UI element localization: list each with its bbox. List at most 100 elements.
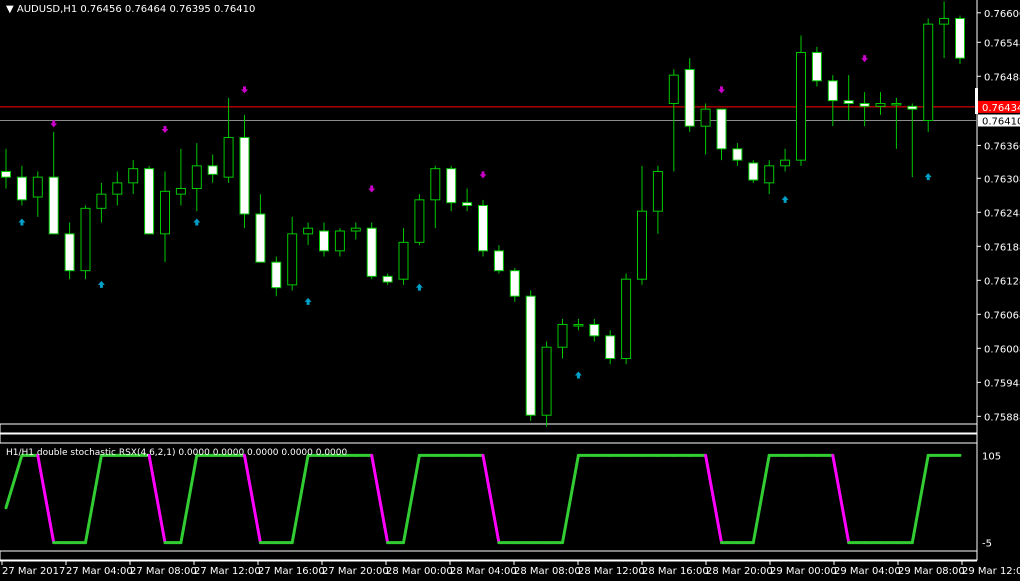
panel-separator-middle[interactable] (0, 433, 978, 444)
stochastic-segment (402, 453, 421, 545)
time-tick-label: 27 Mar 2017 (2, 566, 65, 577)
stochastic-segment (481, 453, 501, 545)
candle-body[interactable] (96, 193, 107, 209)
candle-body[interactable] (48, 176, 59, 235)
candle-body[interactable] (557, 324, 568, 348)
up-arrow-icon (924, 173, 932, 181)
candle-body[interactable] (32, 176, 43, 198)
candle-body[interactable] (319, 230, 329, 252)
candle-body[interactable] (573, 324, 584, 327)
candle-body[interactable] (859, 102, 870, 107)
candle-body[interactable] (652, 170, 663, 212)
stochastic-segment (179, 453, 199, 545)
price-tick-label: 0.76248 (984, 208, 1020, 219)
time-tick-label: 27 Mar 04:00 (66, 566, 133, 577)
candle-body[interactable] (446, 168, 457, 204)
candle-body[interactable] (303, 227, 314, 235)
down-arrow-icon (479, 171, 487, 179)
down-arrow-icon (861, 55, 869, 63)
candle-body[interactable] (748, 162, 759, 181)
indicator-level-high: 105 (982, 451, 1001, 462)
candle-body[interactable] (811, 51, 822, 82)
candle-body[interactable] (700, 108, 711, 127)
candle-body[interactable] (287, 233, 298, 286)
chart-canvas[interactable]: 0.76600 0.76548 0.76488 0.76366 0.76308 0.762… (0, 0, 1020, 581)
candle-body[interactable] (462, 202, 473, 206)
candle-body[interactable] (589, 324, 600, 337)
stochastic-segment (370, 453, 390, 545)
indicator-level-low: -5 (982, 539, 992, 550)
candle-body[interactable] (605, 335, 616, 360)
stochastic-segment (84, 453, 103, 545)
candle-body[interactable] (239, 136, 250, 215)
candle-body[interactable] (955, 17, 965, 59)
candle-body[interactable] (478, 204, 488, 252)
up-arrow-icon (97, 280, 105, 288)
time-tick-label: 27 Mar 08:00 (130, 566, 197, 577)
time-tick-label: 28 Mar 16:00 (642, 566, 709, 577)
chart-menu-icon[interactable]: ▼ (6, 4, 14, 15)
candle-body[interactable] (668, 74, 679, 104)
candle-body[interactable] (493, 250, 504, 272)
candle-body[interactable] (366, 227, 377, 277)
stochastic-segment (831, 453, 851, 545)
candle-body[interactable] (112, 182, 123, 195)
candle-body[interactable] (271, 261, 282, 289)
time-tick-label: 27 Mar 16:00 (258, 566, 325, 577)
candle-body[interactable] (128, 168, 139, 184)
candle-body[interactable] (175, 187, 186, 195)
candle-body[interactable] (907, 105, 918, 110)
candle-body[interactable] (621, 278, 632, 360)
candle-body[interactable] (64, 233, 75, 272)
candle-body[interactable] (255, 213, 266, 263)
candle-body[interactable] (16, 176, 27, 201)
candle-body[interactable] (827, 80, 838, 102)
candle-body[interactable] (891, 102, 902, 106)
red-price-tag-label: 0.76434 (982, 103, 1020, 114)
candle-body[interactable] (414, 199, 425, 243)
candle-body[interactable] (382, 275, 393, 283)
up-arrow-icon (781, 195, 789, 203)
candle-body[interactable] (764, 165, 775, 184)
candle-body[interactable] (350, 227, 361, 232)
candle-body[interactable] (509, 270, 520, 297)
candle-body[interactable] (780, 159, 791, 167)
candle-body[interactable] (160, 190, 170, 235)
candle-body[interactable] (207, 165, 218, 175)
candle-body[interactable] (875, 102, 886, 107)
panel-separator-bottom[interactable] (0, 550, 978, 561)
candle-body[interactable] (144, 168, 155, 235)
price-tick-label: 0.75888 (984, 412, 1020, 423)
price-tick-label: 0.76188 (984, 242, 1020, 253)
down-arrow-icon (718, 86, 725, 94)
up-arrow-icon (18, 218, 26, 226)
stochastic-segment (290, 453, 310, 545)
candle-body[interactable] (716, 108, 727, 150)
candle-body[interactable] (334, 230, 345, 252)
candle-body[interactable] (843, 100, 854, 104)
candle-body[interactable] (1, 170, 11, 178)
stochastic-segment (147, 453, 167, 545)
price-tick-label: 0.76548 (984, 38, 1020, 49)
up-arrow-icon (193, 218, 201, 226)
candle-body[interactable] (398, 241, 409, 280)
candle-body[interactable] (732, 148, 743, 161)
candle-body[interactable] (525, 295, 536, 416)
down-arrow-icon (368, 185, 376, 193)
time-tick-label: 29 Mar 00:00 (770, 566, 837, 577)
chart-header: ▼ AUDUSD,H1 0.76456 0.76464 0.76395 0.76… (6, 4, 255, 15)
candle-body[interactable] (223, 136, 234, 178)
candle-body[interactable] (684, 68, 695, 127)
indicator-title: H1/H1 double stochastic RSX(4,6,2,1) 0.0… (6, 448, 348, 458)
candle-body[interactable] (637, 210, 647, 280)
stochastic-segment (243, 453, 262, 545)
candle-body[interactable] (430, 168, 441, 201)
candle-body[interactable] (939, 17, 950, 25)
candle-body[interactable] (923, 23, 934, 121)
candle-body[interactable] (80, 207, 91, 272)
panel-separator-top[interactable] (0, 423, 978, 434)
candle-body[interactable] (191, 165, 202, 189)
price-tick-label: 0.76366 (984, 141, 1020, 152)
candle-body[interactable] (541, 346, 552, 416)
candle-body[interactable] (796, 51, 806, 161)
